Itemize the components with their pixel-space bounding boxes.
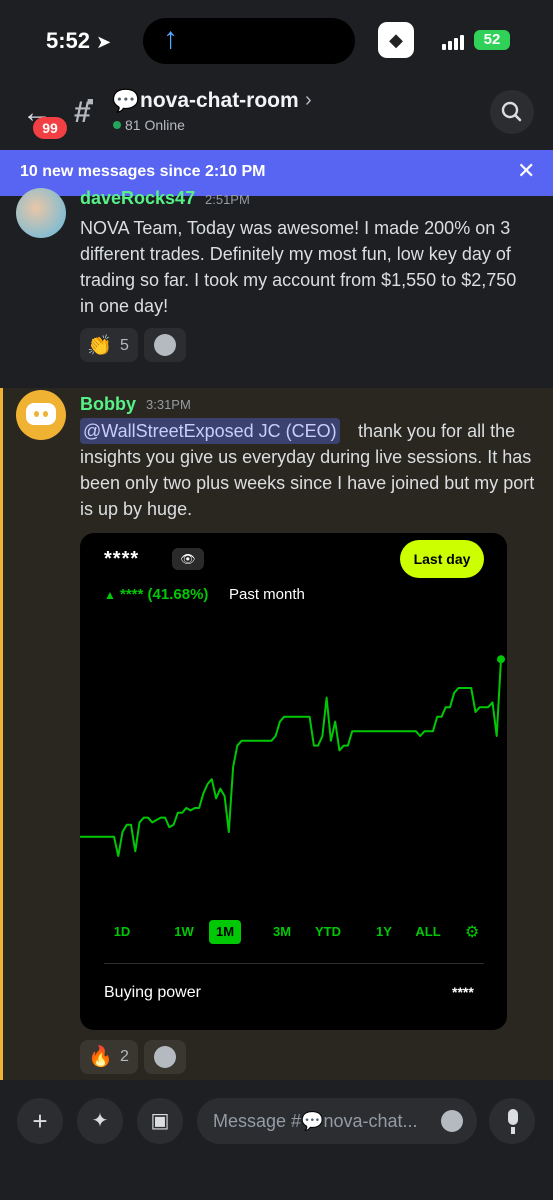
message-author[interactable]: Bobby xyxy=(80,394,136,415)
app-icon: ◆ xyxy=(378,22,414,58)
buying-power-label: Buying power xyxy=(104,984,201,1001)
range-1y: 1Y xyxy=(376,924,392,939)
reaction-count: 2 xyxy=(120,1048,129,1065)
buying-power-value: **** xyxy=(452,984,474,1000)
emoji-icon xyxy=(154,334,176,356)
add-reaction-button[interactable] xyxy=(144,328,186,362)
plus-icon[interactable]: + xyxy=(17,1098,63,1144)
channel-emoji[interactable]: 💬 xyxy=(112,88,139,114)
chevron-right-icon[interactable]: › xyxy=(305,89,312,112)
message-text: thank you for all the xyxy=(358,421,516,441)
eye-icon: 👁 xyxy=(172,548,204,570)
range-1m: 1M xyxy=(209,920,241,944)
change-period: Past month xyxy=(229,586,305,603)
series-line xyxy=(80,659,502,857)
unread-badge: 99 xyxy=(33,117,67,139)
masked-portfolio-value: **** xyxy=(104,548,140,570)
add-reaction-button[interactable] xyxy=(144,1040,186,1074)
banner-text[interactable]: 10 new messages since 2:10 PM xyxy=(20,163,265,181)
signal-icon xyxy=(442,32,466,50)
search-button[interactable] xyxy=(490,90,534,134)
online-dot xyxy=(113,121,121,129)
mic-icon xyxy=(508,1109,518,1125)
message-author[interactable]: daveRocks47 xyxy=(80,188,195,209)
message-text: insights you give us everyday during liv… xyxy=(80,447,535,519)
online-count: 81 Online xyxy=(125,117,185,133)
mic-stand xyxy=(511,1127,515,1134)
last-day-button: Last day xyxy=(400,540,484,578)
range-1d: 1D xyxy=(113,924,131,939)
emoji-icon[interactable] xyxy=(441,1110,463,1132)
battery-icon: 52 xyxy=(474,30,510,50)
range-1w: 1W xyxy=(174,924,194,939)
mention-highlight-bar xyxy=(0,388,3,1080)
avatar[interactable] xyxy=(16,188,66,238)
message-time: 3:31PM xyxy=(146,397,191,412)
status-time: 5:52 ➤ xyxy=(46,28,112,53)
user-mention[interactable]: @WallStreetExposed JC (CEO) xyxy=(80,418,340,444)
reaction-emoji: 🔥 xyxy=(88,1046,113,1068)
reaction-emoji: 👏 xyxy=(87,335,112,357)
range-ytd: YTD xyxy=(315,924,341,939)
range-all: ALL xyxy=(415,924,441,939)
divider xyxy=(104,963,484,964)
close-icon[interactable]: ✕ xyxy=(517,158,535,184)
message-text: NOVA Team, Today was awesome! I made 200… xyxy=(80,218,517,316)
message-input-placeholder[interactable]: Message #💬nova-chat... xyxy=(213,1111,418,1132)
range-selector: 1D 1W 1M 3M YTD 1Y ALL xyxy=(104,920,484,946)
message-time: 2:51PM xyxy=(205,192,250,207)
search-icon xyxy=(501,101,522,122)
reaction-count: 5 xyxy=(120,337,129,354)
range-3m: 3M xyxy=(272,924,292,939)
apps-icon[interactable]: ✦ xyxy=(77,1098,123,1144)
gift-icon[interactable]: ▣ xyxy=(137,1098,183,1144)
upload-arrow-icon: ↑ xyxy=(163,22,178,55)
gear-icon: ⚙ xyxy=(465,924,480,941)
up-triangle-icon: ▲ xyxy=(104,588,116,602)
emoji-icon xyxy=(154,1046,176,1068)
series-end-point xyxy=(497,655,505,664)
channel-name[interactable]: nova-chat-room xyxy=(140,89,299,113)
change-value: **** (41.68%) xyxy=(120,586,209,603)
discord-logo-icon xyxy=(26,403,56,425)
portfolio-line-chart xyxy=(80,655,505,857)
lock-icon: ■ xyxy=(87,96,94,108)
location-arrow-icon: ➤ xyxy=(96,32,112,52)
